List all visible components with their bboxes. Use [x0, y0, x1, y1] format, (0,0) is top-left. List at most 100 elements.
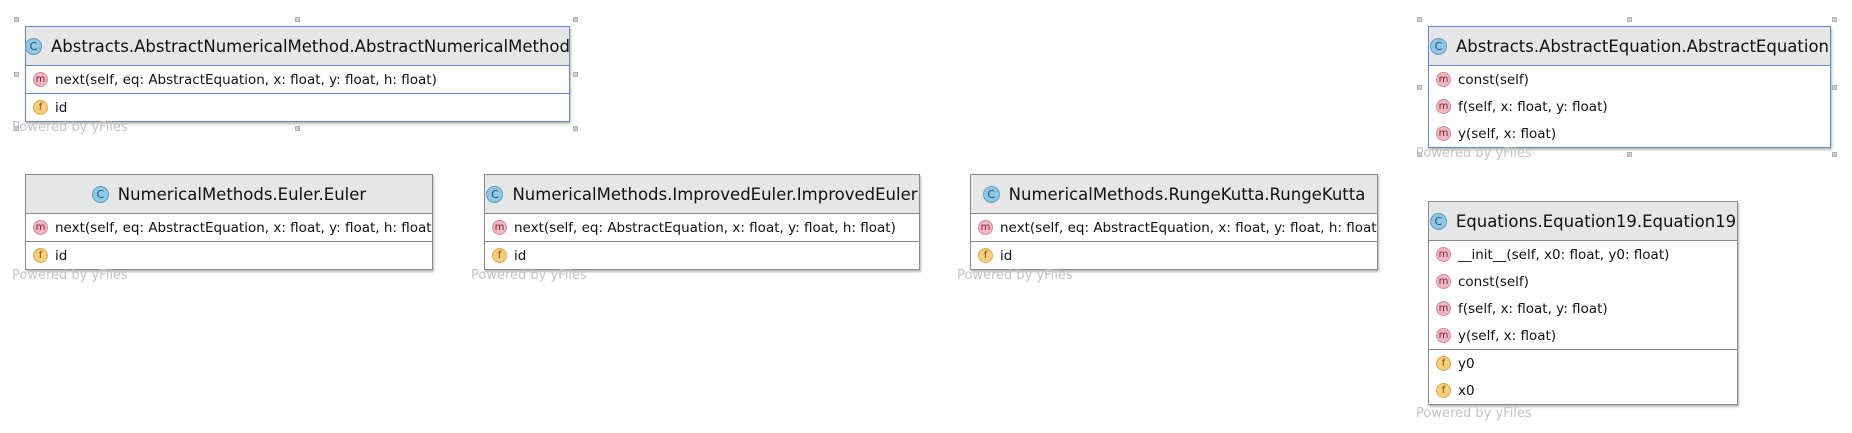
class-node-euler[interactable]: C NumericalMethods.Euler.Euler m next(se… — [25, 174, 433, 270]
class-c-icon: C — [982, 185, 1000, 203]
field-row[interactable]: f id — [485, 242, 919, 269]
class-title: NumericalMethods.ImprovedEuler.ImprovedE… — [512, 184, 918, 204]
watermark-text: Powered by yFiles — [12, 120, 128, 135]
selection-handle[interactable] — [573, 72, 578, 77]
method-signature: const(self) — [1458, 273, 1529, 290]
methods-section: m const(self) m f(self, x: float, y: flo… — [1429, 66, 1830, 147]
method-row[interactable]: m next(self, eq: AbstractEquation, x: fl… — [485, 214, 919, 241]
class-c-icon: C — [26, 37, 43, 55]
class-c-icon: C — [91, 185, 109, 203]
selection-handle[interactable] — [295, 126, 300, 131]
method-row[interactable]: m next(self, eq: AbstractEquation, x: fl… — [26, 66, 569, 93]
selection-handle[interactable] — [573, 126, 578, 131]
selection-handle[interactable] — [1832, 17, 1837, 22]
method-row[interactable]: m __init__(self, x0: float, y0: float) — [1429, 241, 1737, 268]
class-node-abstract-equation[interactable]: C Abstracts.AbstractEquation.AbstractEqu… — [1428, 26, 1831, 148]
method-row[interactable]: m const(self) — [1429, 268, 1737, 295]
class-c-icon: C — [1429, 37, 1447, 55]
watermark-text: Powered by yFiles — [1416, 146, 1532, 161]
watermark-text: Powered by yFiles — [1416, 406, 1532, 421]
field-name: id — [1000, 247, 1013, 264]
class-header: C Abstracts.AbstractEquation.AbstractEqu… — [1429, 27, 1830, 66]
method-m-icon: m — [1436, 126, 1451, 141]
selection-handle[interactable] — [14, 17, 19, 22]
method-m-icon: m — [1436, 328, 1451, 343]
field-f-icon: f — [1436, 383, 1451, 398]
selection-handle[interactable] — [1627, 17, 1632, 22]
selection-handle[interactable] — [1832, 152, 1837, 157]
watermark-text: Powered by yFiles — [471, 268, 587, 283]
method-row[interactable]: m y(self, x: float) — [1429, 322, 1737, 349]
selection-handle[interactable] — [1417, 17, 1422, 22]
field-f-icon: f — [33, 100, 48, 115]
fields-section: f id — [971, 242, 1377, 269]
field-name: id — [55, 99, 68, 116]
method-row[interactable]: m const(self) — [1429, 66, 1830, 93]
method-m-icon: m — [1436, 301, 1451, 316]
selection-handle[interactable] — [1417, 85, 1422, 90]
watermark-text: Powered by yFiles — [12, 268, 128, 283]
method-signature: y(self, x: float) — [1458, 327, 1557, 344]
field-name: x0 — [1458, 382, 1475, 399]
method-m-icon: m — [33, 72, 48, 87]
selection-handle[interactable] — [1627, 152, 1632, 157]
methods-section: m next(self, eq: AbstractEquation, x: fl… — [971, 214, 1377, 242]
method-m-icon: m — [492, 220, 507, 235]
field-name: y0 — [1458, 355, 1475, 372]
field-row[interactable]: f y0 — [1429, 350, 1737, 377]
field-name: id — [514, 247, 527, 264]
class-header: C NumericalMethods.Euler.Euler — [26, 175, 432, 214]
methods-section: m next(self, eq: AbstractEquation, x: fl… — [26, 214, 432, 242]
method-m-icon: m — [1436, 274, 1451, 289]
field-row[interactable]: f id — [971, 242, 1377, 269]
selection-handle[interactable] — [14, 72, 19, 77]
class-title: NumericalMethods.RungeKutta.RungeKutta — [1008, 184, 1366, 204]
fields-section: f id — [485, 242, 919, 269]
field-row[interactable]: f x0 — [1429, 377, 1737, 404]
class-title: Equations.Equation19.Equation19 — [1455, 211, 1737, 231]
class-node-abstract-numerical-method[interactable]: C Abstracts.AbstractNumericalMethod.Abst… — [25, 26, 570, 122]
class-title: Abstracts.AbstractNumericalMethod.Abstra… — [51, 36, 569, 56]
class-header: C NumericalMethods.ImprovedEuler.Improve… — [485, 175, 919, 214]
field-name: id — [55, 247, 68, 264]
class-header: C Equations.Equation19.Equation19 — [1429, 202, 1737, 241]
method-m-icon: m — [1436, 72, 1451, 87]
class-c-icon: C — [1429, 212, 1447, 230]
class-node-equation19[interactable]: C Equations.Equation19.Equation19 m __in… — [1428, 201, 1738, 405]
field-row[interactable]: f id — [26, 94, 569, 121]
class-node-runge-kutta[interactable]: C NumericalMethods.RungeKutta.RungeKutta… — [970, 174, 1378, 270]
method-signature: const(self) — [1458, 71, 1529, 88]
method-row[interactable]: m y(self, x: float) — [1429, 120, 1830, 147]
method-signature: f(self, x: float, y: float) — [1458, 300, 1608, 317]
selection-handle[interactable] — [295, 17, 300, 22]
class-header: C NumericalMethods.RungeKutta.RungeKutta — [971, 175, 1377, 214]
method-m-icon: m — [978, 220, 993, 235]
field-f-icon: f — [33, 248, 48, 263]
method-row[interactable]: m next(self, eq: AbstractEquation, x: fl… — [971, 214, 1377, 241]
field-f-icon: f — [492, 248, 507, 263]
methods-section: m next(self, eq: AbstractEquation, x: fl… — [26, 66, 569, 94]
class-c-icon: C — [486, 185, 504, 203]
method-row[interactable]: m f(self, x: float, y: float) — [1429, 93, 1830, 120]
class-node-improved-euler[interactable]: C NumericalMethods.ImprovedEuler.Improve… — [484, 174, 920, 270]
method-row[interactable]: m f(self, x: float, y: float) — [1429, 295, 1737, 322]
field-f-icon: f — [1436, 356, 1451, 371]
method-signature: f(self, x: float, y: float) — [1458, 98, 1608, 115]
method-row[interactable]: m next(self, eq: AbstractEquation, x: fl… — [26, 214, 432, 241]
selection-handle[interactable] — [573, 17, 578, 22]
class-header: C Abstracts.AbstractNumericalMethod.Abst… — [26, 27, 569, 66]
class-title: NumericalMethods.Euler.Euler — [117, 184, 367, 204]
method-signature: next(self, eq: AbstractEquation, x: floa… — [514, 219, 896, 236]
method-m-icon: m — [1436, 247, 1451, 262]
method-signature: y(self, x: float) — [1458, 125, 1557, 142]
fields-section: f id — [26, 94, 569, 121]
methods-section: m __init__(self, x0: float, y0: float) m… — [1429, 241, 1737, 350]
method-signature: next(self, eq: AbstractEquation, x: floa… — [55, 219, 432, 236]
field-f-icon: f — [978, 248, 993, 263]
method-signature: __init__(self, x0: float, y0: float) — [1458, 246, 1670, 263]
field-row[interactable]: f id — [26, 242, 432, 269]
fields-section: f y0 f x0 — [1429, 350, 1737, 404]
fields-section: f id — [26, 242, 432, 269]
method-signature: next(self, eq: AbstractEquation, x: floa… — [1000, 219, 1377, 236]
selection-handle[interactable] — [1832, 85, 1837, 90]
